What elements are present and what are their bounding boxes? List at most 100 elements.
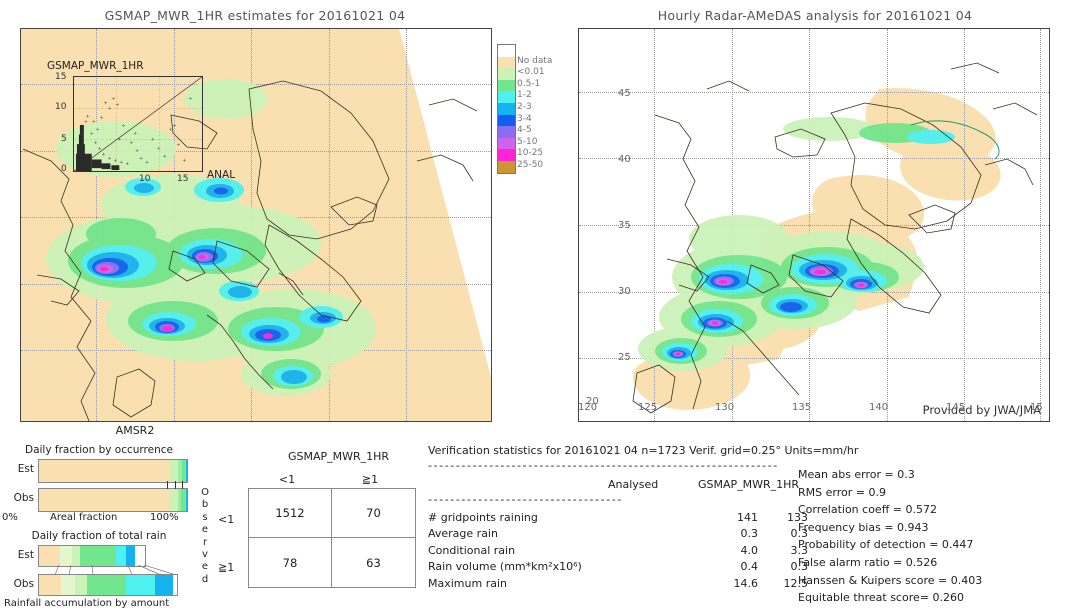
figure-root: GSMAP_MWR_1HR estimates for 20161021 04 xyxy=(0,0,1080,612)
score-hanssen-kuipers: Hanssen & Kuipers score = 0.403 xyxy=(798,573,983,587)
svg-text:+: + xyxy=(84,119,88,125)
svg-text:+: + xyxy=(96,127,100,133)
lat-tick-45: 45 xyxy=(618,88,631,99)
stat-analysed-value: 141 xyxy=(737,511,758,524)
verification-row: Maximum rain 14.6 12.5 xyxy=(428,577,808,593)
amount-est-label: Est xyxy=(17,549,34,561)
occurrence-tick-c xyxy=(182,481,183,489)
scatter-ytick-10: 10 xyxy=(55,102,67,112)
svg-text:+: + xyxy=(86,113,90,119)
score-false-alarm-ratio: False alarm ratio = 0.526 xyxy=(798,555,938,569)
verification-header: Verification statistics for 20161021 04 … xyxy=(428,444,859,457)
fraction-segment xyxy=(186,489,187,511)
occurrence-tick-b xyxy=(175,481,176,489)
verification-stats-block: Verification statistics for 20161021 04 … xyxy=(428,444,859,593)
scatter-inset-label: GSMAP_MWR_1HR xyxy=(47,60,144,72)
stat-label: # gridpoints raining xyxy=(428,511,538,524)
observed-label-char: b xyxy=(201,499,209,511)
fraction-segment xyxy=(169,460,179,482)
svg-text:+: + xyxy=(100,115,104,121)
occurrence-obs-bar xyxy=(38,488,188,512)
observed-label-char: s xyxy=(202,511,208,523)
stat-analysed-value: 0.4 xyxy=(740,560,759,574)
colorbar-band-label: 2-3 xyxy=(517,101,532,112)
verification-scores-block: Mean abs error = 0.3 RMS error = 0.9 Cor… xyxy=(798,468,982,609)
svg-text:+: + xyxy=(188,96,192,102)
colorbar-band xyxy=(497,160,516,174)
svg-text:+: + xyxy=(92,119,96,125)
lat-tick-40: 40 xyxy=(618,154,631,165)
amount-connector-lines xyxy=(54,565,177,575)
contingency-row-header-lt1: <1 xyxy=(218,513,235,526)
contingency-table[interactable]: 1512 70 78 63 xyxy=(248,488,416,588)
lon-tick-125: 125 xyxy=(638,402,658,413)
svg-text:+: + xyxy=(113,157,117,163)
svg-text:+: + xyxy=(119,159,123,165)
fraction-segment xyxy=(61,575,75,595)
fraction-segment xyxy=(39,575,62,595)
colorbar-band xyxy=(497,149,516,161)
amount-obs-label: Obs xyxy=(13,578,34,590)
stat-label: Rain volume (mm*km²x10⁶) xyxy=(428,560,582,574)
colorbar-band-label xyxy=(517,44,552,56)
lon-tick-130: 130 xyxy=(715,402,735,413)
svg-text:+: + xyxy=(157,146,161,152)
fraction-segment xyxy=(186,460,187,482)
scatter-xtick-10: 10 xyxy=(139,174,151,184)
score-probability-of-detection: Probability of detection = 0.447 xyxy=(798,538,974,552)
observed-label-char: e xyxy=(201,524,209,536)
occurrence-tick-a xyxy=(167,481,168,489)
svg-text:+: + xyxy=(125,161,129,167)
occurrence-est-label: Est xyxy=(17,463,34,475)
svg-text:+: + xyxy=(163,154,167,160)
fraction-segment xyxy=(116,546,126,566)
occurrence-obs-label: Obs xyxy=(13,492,34,504)
scatter-xtick-15: 15 xyxy=(177,174,189,184)
contingency-cell-11: 63 xyxy=(366,555,381,570)
colorbar-band-label: 4-5 xyxy=(517,125,532,136)
score-mean-abs-error: Mean abs error = 0.3 xyxy=(798,468,915,481)
occurrence-axis-label: Areal fraction xyxy=(50,512,118,523)
contingency-cell-hit-miss-00: 1512 xyxy=(249,489,332,538)
lat-tick-35: 35 xyxy=(618,220,631,231)
scatter-inset[interactable]: GSMAP_MWR_1HR 15 10 5 0 10 15 + + + + + … xyxy=(43,60,209,194)
scatter-inset-xlabel: ANAL xyxy=(207,169,236,181)
score-correlation-coeff: Correlation coeff = 0.572 xyxy=(798,503,937,517)
observed-label-char: v xyxy=(202,549,208,561)
svg-text:+: + xyxy=(117,136,121,142)
contingency-row-header-ge1: ≧1 xyxy=(218,561,235,574)
svg-text:+: + xyxy=(176,142,180,148)
scatter-plot-area: + + + + + + + + + + + + + + + + + + + + + + + + + + +… xyxy=(73,76,203,172)
left-map-title: GSMAP_MWR_1HR estimates for 20161021 04 xyxy=(104,8,406,23)
colorbar-band-label: No data xyxy=(517,55,553,66)
colorbar-band-label: 3-4 xyxy=(517,113,532,124)
contingency-col-header-ge1: ≧1 xyxy=(361,473,379,486)
colorbar-band xyxy=(497,137,516,150)
stat-label: Average rain xyxy=(428,527,498,541)
occurrence-est-bar xyxy=(38,459,188,483)
colorbar-band xyxy=(497,114,516,127)
fraction-segment xyxy=(169,489,178,511)
fraction-segment xyxy=(60,546,72,566)
score-rms-error: RMS error = 0.9 xyxy=(798,485,886,499)
fraction-segment xyxy=(39,460,170,482)
svg-text:+: + xyxy=(172,123,176,129)
left-map[interactable]: GSMAP_MWR_1HR 15 10 5 0 10 15 + + + + + … xyxy=(20,28,492,422)
colorbar-band-label: 1-2 xyxy=(517,90,532,101)
colorbar-band-label: 10-25 xyxy=(517,148,544,159)
right-map[interactable]: Provided by JWA/JMA xyxy=(578,28,1050,422)
fraction-segment xyxy=(154,575,173,595)
verification-divider-2: ----------------------------------- xyxy=(428,493,623,506)
verification-row: Rain volume (mm*km²x10⁶) 0.4 0.3 xyxy=(428,560,808,576)
stat-label: Maximum rain xyxy=(428,576,507,590)
svg-text:+: + xyxy=(121,123,125,129)
occurrence-axis-max: 100% xyxy=(150,512,179,523)
fraction-segment xyxy=(80,546,117,566)
fraction-segment xyxy=(39,489,170,511)
colorbar-band xyxy=(497,126,516,138)
svg-text:+: + xyxy=(145,159,149,165)
observed-label-char: r xyxy=(202,536,208,548)
fraction-segment xyxy=(125,546,136,566)
lon-tick-140: 140 xyxy=(869,402,889,413)
svg-text:+: + xyxy=(133,131,137,137)
